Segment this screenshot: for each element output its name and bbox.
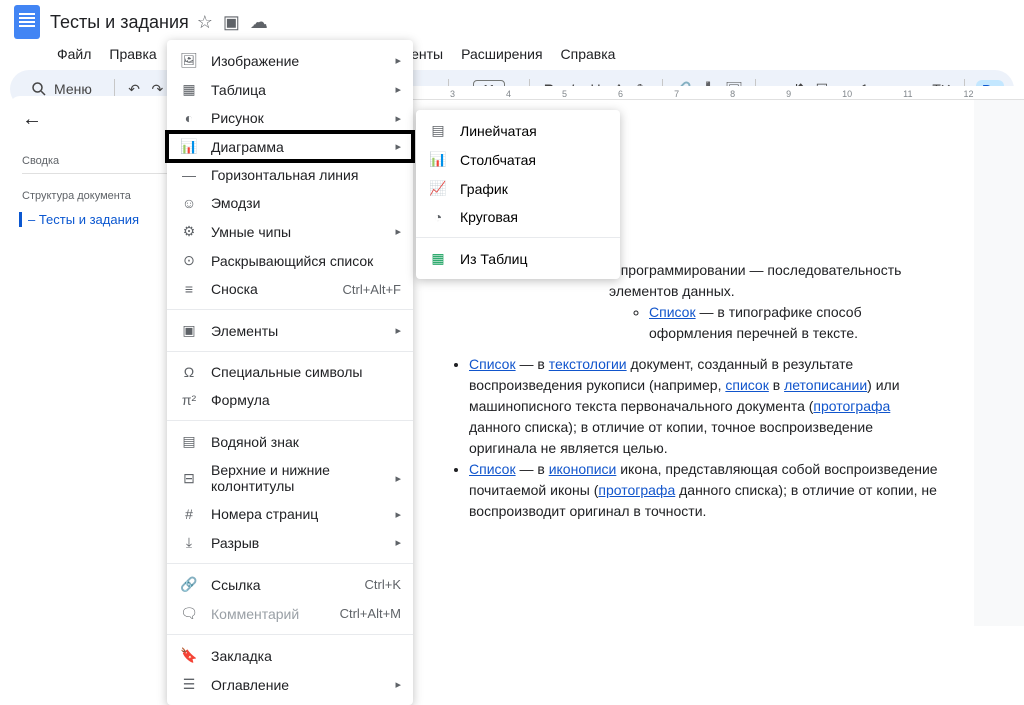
insert-menu-dropdown: 🖼Изображение▸ ▦Таблица▸ ◐Рисунок▸ 📊Диагр… bbox=[167, 40, 413, 705]
submenu-line[interactable]: 📈График bbox=[416, 174, 620, 203]
watermark-icon: ▤ bbox=[179, 433, 199, 450]
sheets-icon: ▦ bbox=[428, 250, 448, 267]
menu-label: Меню bbox=[54, 81, 92, 97]
menu-item-link[interactable]: 🔗СсылкаCtrl+K bbox=[167, 570, 413, 599]
menu-file[interactable]: Файл bbox=[49, 42, 99, 66]
chips-icon: ⚙ bbox=[179, 223, 199, 240]
dropdown-icon: ⊙ bbox=[179, 252, 199, 269]
menu-item-elements[interactable]: ▣Элементы▸ bbox=[167, 316, 413, 345]
menu-item-emoji[interactable]: ☺Эмодзи bbox=[167, 189, 413, 217]
submenu-bar[interactable]: ▤Линейчатая bbox=[416, 116, 620, 145]
emoji-icon: ☺ bbox=[179, 195, 199, 211]
hr-icon: ― bbox=[179, 167, 199, 183]
menu-item-hf[interactable]: ⊟Верхние и нижние колонтитулы▸ bbox=[167, 456, 413, 500]
cloud-icon[interactable]: ☁ bbox=[250, 12, 268, 33]
bookmark-icon: 🔖 bbox=[179, 647, 199, 664]
menu-item-watermark[interactable]: ▤Водяной знак bbox=[167, 427, 413, 456]
footnote-icon: ≡ bbox=[179, 281, 199, 297]
horizontal-ruler[interactable]: 34567891011121314151617 bbox=[335, 86, 1024, 100]
pie-chart-icon: ◔ bbox=[428, 209, 448, 225]
chevron-right-icon: ▸ bbox=[395, 536, 401, 549]
pagenum-icon: # bbox=[179, 506, 199, 522]
chevron-right-icon: ▸ bbox=[395, 508, 401, 521]
special-icon: Ω bbox=[179, 364, 199, 380]
chevron-right-icon: ▸ bbox=[395, 678, 401, 691]
column-chart-icon: 📊 bbox=[428, 151, 448, 168]
menu-extensions[interactable]: Расширения bbox=[453, 42, 550, 66]
menu-item-special[interactable]: ΩСпециальные символы bbox=[167, 358, 413, 386]
chevron-right-icon: ▸ bbox=[395, 83, 401, 96]
chevron-right-icon: ▸ bbox=[395, 140, 401, 153]
move-icon[interactable]: ▣ bbox=[223, 12, 240, 33]
menu-item-image[interactable]: 🖼Изображение▸ bbox=[167, 46, 413, 75]
chevron-right-icon: ▸ bbox=[395, 54, 401, 67]
hf-icon: ⊟ bbox=[179, 470, 199, 487]
menu-item-hr[interactable]: ―Горизонтальная линия bbox=[167, 161, 413, 189]
star-icon[interactable]: ☆ bbox=[197, 12, 213, 33]
menu-item-toc[interactable]: ☰Оглавление▸ bbox=[167, 670, 413, 699]
menu-edit[interactable]: Правка bbox=[101, 42, 164, 66]
chevron-right-icon: ▸ bbox=[395, 225, 401, 238]
chevron-right-icon: ▸ bbox=[395, 112, 401, 125]
doc-header: Тесты и задания ☆ ▣ ☁ bbox=[0, 0, 1024, 44]
elements-icon: ▣ bbox=[179, 322, 199, 339]
drawing-icon: ◐ bbox=[179, 110, 199, 126]
menu-item-bookmark[interactable]: 🔖Закладка bbox=[167, 641, 413, 670]
menu-item-break[interactable]: ⤓Разрыв▸ bbox=[167, 528, 413, 557]
toc-icon: ☰ bbox=[179, 676, 199, 693]
menu-item-comment: 🗨КомментарийCtrl+Alt+M bbox=[167, 599, 413, 628]
menu-help[interactable]: Справка bbox=[553, 42, 624, 66]
chart-submenu: ▤Линейчатая 📊Столбчатая 📈График ◔Кругова… bbox=[416, 110, 620, 279]
line-chart-icon: 📈 bbox=[428, 180, 448, 197]
menu-item-chart[interactable]: 📊Диаграмма▸ bbox=[167, 132, 413, 161]
menu-item-chips[interactable]: ⚙Умные чипы▸ bbox=[167, 217, 413, 246]
link-icon: 🔗 bbox=[179, 576, 199, 593]
document-title[interactable]: Тесты и задания bbox=[50, 12, 189, 33]
bar-chart-icon: ▤ bbox=[428, 122, 448, 139]
docs-logo-icon[interactable] bbox=[14, 5, 40, 39]
menu-item-footnote[interactable]: ≡СноскаCtrl+Alt+F bbox=[167, 275, 413, 303]
menu-item-table[interactable]: ▦Таблица▸ bbox=[167, 75, 413, 104]
menu-item-pagenum[interactable]: #Номера страниц▸ bbox=[167, 500, 413, 528]
comment-icon: 🗨 bbox=[179, 605, 199, 622]
submenu-column[interactable]: 📊Столбчатая bbox=[416, 145, 620, 174]
menu-item-drawing[interactable]: ◐Рисунок▸ bbox=[167, 104, 413, 132]
image-icon: 🖼 bbox=[179, 52, 199, 69]
submenu-sheets[interactable]: ▦Из Таблиц bbox=[416, 244, 620, 273]
chevron-right-icon: ▸ bbox=[395, 472, 401, 485]
menu-item-formula[interactable]: π²Формула bbox=[167, 386, 413, 414]
formula-icon: π² bbox=[179, 392, 199, 408]
chevron-right-icon: ▸ bbox=[395, 324, 401, 337]
chart-icon: 📊 bbox=[179, 138, 199, 155]
menu-item-dropdown[interactable]: ⊙Раскрывающийся список bbox=[167, 246, 413, 275]
submenu-pie[interactable]: ◔Круговая bbox=[416, 203, 620, 231]
table-icon: ▦ bbox=[179, 81, 199, 98]
break-icon: ⤓ bbox=[179, 534, 199, 551]
